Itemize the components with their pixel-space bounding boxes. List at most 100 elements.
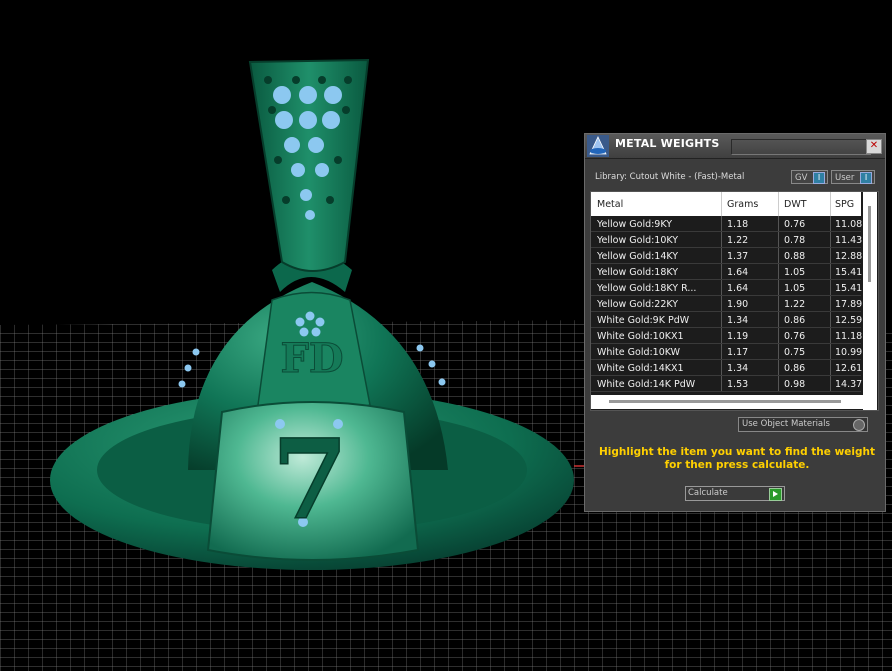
vertical-scroll-thumb[interactable]: [868, 206, 871, 282]
cell-divider: [778, 328, 779, 343]
cell-divider: [830, 248, 831, 263]
cell-dwt: 0.76: [784, 331, 806, 342]
cell-dwt: 0.75: [784, 347, 806, 358]
calculate-button[interactable]: Calculate: [685, 486, 785, 501]
column-header-dwt[interactable]: DWT: [784, 199, 807, 210]
cell-dwt: 0.86: [784, 363, 806, 374]
cell-metal: White Gold:10KX1: [597, 331, 684, 342]
cell-spg: 17.89: [835, 299, 863, 310]
cell-dwt: 0.86: [784, 315, 806, 326]
cell-grams: 1.37: [727, 251, 749, 262]
table-row[interactable]: Yellow Gold:9KY 1.18 0.76 11.08: [591, 216, 862, 232]
cell-metal: Yellow Gold:9KY: [597, 219, 673, 230]
cell-grams: 1.34: [727, 363, 749, 374]
cell-divider: [778, 312, 779, 327]
table-row[interactable]: White Gold:14K PdW 1.53 0.98 14.37: [591, 376, 862, 392]
user-toggle[interactable]: User I: [831, 170, 875, 184]
cell-divider: [830, 232, 831, 247]
use-object-materials-label: Use Object Materials: [742, 419, 830, 429]
panel-titlebar[interactable]: METAL WEIGHTS ✕: [585, 134, 885, 159]
horizontal-scrollbar[interactable]: [591, 395, 863, 409]
table-row[interactable]: White Gold:9K PdW 1.34 0.86 12.59: [591, 312, 862, 328]
column-divider[interactable]: [721, 192, 722, 216]
cell-dwt: 0.76: [784, 219, 806, 230]
use-object-materials-toggle[interactable]: Use Object Materials: [738, 417, 868, 432]
table-row[interactable]: Yellow Gold:10KY 1.22 0.78 11.43: [591, 232, 862, 248]
cell-metal: Yellow Gold:14KY: [597, 251, 679, 262]
table-body: Yellow Gold:9KY 1.18 0.76 11.08 Yellow Gold:…: [591, 216, 862, 392]
panel-title: METAL WEIGHTS: [615, 137, 720, 150]
cell-grams: 1.34: [727, 315, 749, 326]
pendant-initials-engraving: FD: [280, 335, 343, 382]
cell-grams: 1.22: [727, 235, 749, 246]
cell-grams: 1.18: [727, 219, 749, 230]
calculate-label: Calculate: [688, 488, 728, 498]
cell-divider: [830, 328, 831, 343]
cell-metal: Yellow Gold:22KY: [597, 299, 679, 310]
column-header-metal[interactable]: Metal: [597, 199, 623, 210]
close-button[interactable]: ✕: [866, 139, 882, 154]
cell-dwt: 0.98: [784, 379, 806, 390]
radio-indicator-icon: [853, 419, 865, 431]
cell-divider: [830, 344, 831, 359]
play-arrow-icon: [769, 488, 782, 501]
column-header-grams[interactable]: Grams: [727, 199, 758, 210]
vertical-scrollbar[interactable]: [863, 192, 877, 410]
library-label: Library: Cutout White - (Fast)-Metal: [595, 172, 745, 182]
cell-metal: White Gold:14K PdW: [597, 379, 696, 390]
cell-grams: 1.90: [727, 299, 749, 310]
cell-spg: 12.59: [835, 315, 863, 326]
cell-divider: [721, 312, 722, 327]
column-divider[interactable]: [778, 192, 779, 216]
app-logo-icon: [587, 135, 609, 157]
cell-divider: [778, 280, 779, 295]
cell-divider: [721, 328, 722, 343]
cell-grams: 1.17: [727, 347, 749, 358]
cell-grams: 1.19: [727, 331, 749, 342]
title-divider: [731, 139, 871, 155]
cell-divider: [778, 376, 779, 391]
cell-divider: [778, 344, 779, 359]
cell-spg: 10.99: [835, 347, 863, 358]
table-row[interactable]: White Gold:10KW 1.17 0.75 10.99: [591, 344, 862, 360]
cell-metal: Yellow Gold:18KY: [597, 267, 679, 278]
table-row[interactable]: Yellow Gold:18KY R... 1.64 1.05 15.41: [591, 280, 862, 296]
cell-dwt: 1.05: [784, 283, 806, 294]
table-row[interactable]: White Gold:10KX1 1.19 0.76 11.18: [591, 328, 862, 344]
cell-spg: 11.18: [835, 331, 863, 342]
cell-dwt: 0.88: [784, 251, 806, 262]
cell-divider: [778, 360, 779, 375]
user-toggle-label: User: [835, 173, 855, 183]
cell-spg: 15.41: [835, 267, 863, 278]
cell-dwt: 1.05: [784, 267, 806, 278]
cell-divider: [830, 280, 831, 295]
table-row[interactable]: Yellow Gold:22KY 1.90 1.22 17.89: [591, 296, 862, 312]
cell-metal: White Gold:10KW: [597, 347, 681, 358]
table-row[interactable]: Yellow Gold:18KY 1.64 1.05 15.41: [591, 264, 862, 280]
cell-divider: [721, 248, 722, 263]
cell-metal: Yellow Gold:18KY R...: [597, 283, 697, 294]
cell-metal: White Gold:9K PdW: [597, 315, 690, 326]
cell-divider: [830, 360, 831, 375]
column-header-spg[interactable]: SPG: [835, 199, 854, 210]
pendant-model[interactable]: FD 7: [50, 58, 574, 570]
cell-divider: [778, 232, 779, 247]
cell-divider: [778, 296, 779, 311]
cell-divider: [830, 296, 831, 311]
cell-metal: Yellow Gold:10KY: [597, 235, 679, 246]
gv-toggle[interactable]: GV I: [791, 170, 828, 184]
cell-grams: 1.53: [727, 379, 749, 390]
table-header: Metal Grams DWT SPG: [591, 192, 861, 216]
cell-divider: [830, 264, 831, 279]
metal-weights-table[interactable]: Metal Grams DWT SPG Yellow Gold:9KY 1.18 0…: [590, 191, 879, 411]
cell-grams: 1.64: [727, 283, 749, 294]
table-row[interactable]: White Gold:14KX1 1.34 0.86 12.61: [591, 360, 862, 376]
user-toggle-indicator-icon: I: [860, 172, 872, 184]
metal-weights-panel: METAL WEIGHTS ✕ Library: Cutout White - …: [584, 133, 886, 512]
cell-divider: [721, 296, 722, 311]
table-row[interactable]: Yellow Gold:14KY 1.37 0.88 12.88: [591, 248, 862, 264]
cell-divider: [778, 264, 779, 279]
cell-spg: 12.88: [835, 251, 863, 262]
column-divider[interactable]: [830, 192, 831, 216]
horizontal-scroll-thumb[interactable]: [609, 400, 841, 403]
